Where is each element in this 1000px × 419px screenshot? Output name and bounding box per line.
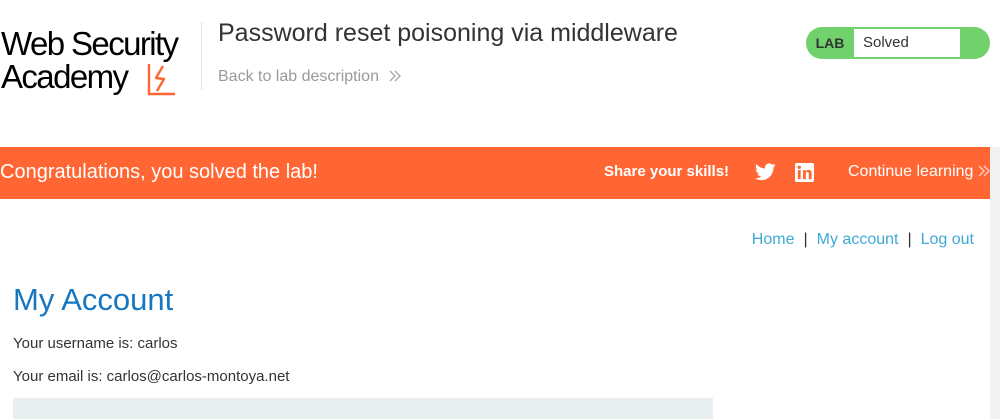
logo-line-1: Web Security: [1, 25, 179, 62]
email-info: Your email is: carlos@carlos-montoya.net: [13, 368, 290, 385]
web-security-academy-logo[interactable]: Web Security Academy: [0, 24, 200, 100]
lab-title: Password reset poisoning via middleware: [218, 19, 678, 47]
update-email-form-panel: [13, 398, 713, 419]
page: Web Security Academy Password reset pois…: [0, 0, 1000, 419]
lab-status-tag: LAB: [815, 35, 845, 51]
nav-home-link[interactable]: Home: [752, 231, 795, 248]
continue-learning-label: Continue learning: [848, 163, 974, 180]
lab-status-badge: LAB Solved: [806, 27, 990, 59]
account-nav: Home | My account | Log out: [752, 231, 974, 249]
lab-status-state: Solved: [854, 29, 960, 57]
solved-banner: Congratulations, you solved the lab! Sha…: [0, 147, 990, 199]
scrollbar-track[interactable]: [990, 147, 1000, 419]
academy-bolt-icon: [147, 64, 175, 96]
logo-line-2: Academy: [1, 58, 129, 95]
double-chevron-right-icon: [385, 68, 402, 85]
header-divider: [201, 22, 202, 90]
continue-learning-link[interactable]: Continue learning: [848, 163, 990, 181]
nav-separator: |: [907, 231, 912, 248]
solved-message: Congratulations, you solved the lab!: [0, 161, 318, 183]
share-skills-label: Share your skills!: [604, 163, 730, 180]
double-chevron-right-icon: [978, 165, 990, 177]
nav-log-out-link[interactable]: Log out: [921, 231, 974, 248]
back-to-lab-description-link[interactable]: Back to lab description: [218, 68, 402, 86]
page-title: My Account: [13, 282, 174, 317]
linkedin-icon[interactable]: [795, 163, 814, 182]
twitter-icon[interactable]: [755, 163, 776, 181]
nav-my-account-link[interactable]: My account: [817, 231, 899, 248]
username-info: Your username is: carlos: [13, 335, 178, 352]
back-link-label: Back to lab description: [218, 68, 379, 85]
nav-separator: |: [803, 231, 808, 248]
